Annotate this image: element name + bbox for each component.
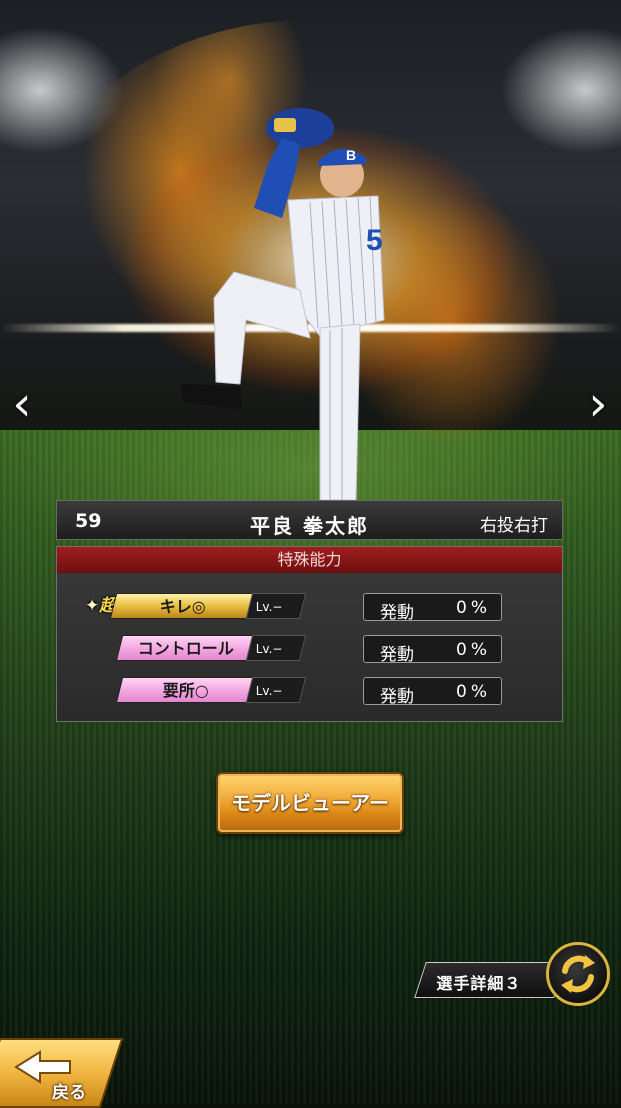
trigger-value: 0% <box>456 682 491 702</box>
ability-name-pill: 要所○ <box>115 677 257 703</box>
cap <box>318 148 366 166</box>
chevron-left-icon[interactable]: ‹ <box>4 378 40 430</box>
ability-level-label: Lv.− <box>255 600 283 614</box>
player-detail-tab[interactable]: 選手詳細３ <box>414 962 566 998</box>
ability-name-pill: キレ◎ <box>109 593 257 619</box>
ability-name: コントロール <box>137 639 234 658</box>
model-viewer-button[interactable]: モデルビューアー <box>216 772 404 834</box>
special-abilities-panel: 特殊能力 ✦超 キレ◎ Lv.− 発動 0% コントロール Lv.− 発動 0%… <box>56 546 563 722</box>
trigger-label: 発動 <box>380 603 414 623</box>
ability-row[interactable]: 要所○ Lv.− 発動 0% <box>57 677 562 707</box>
trigger-label: 発動 <box>380 645 414 665</box>
player-image: B 5 <box>180 108 385 500</box>
trigger-label: 発動 <box>380 687 414 707</box>
switch-button[interactable] <box>546 942 610 1006</box>
leg-standing <box>319 323 361 500</box>
back-label: 戻る <box>52 1083 86 1103</box>
shoe-raised <box>180 384 242 410</box>
ability-name: 要所○ <box>162 681 209 700</box>
chevron-right-icon[interactable]: › <box>580 378 616 430</box>
player-handedness: 右投右打 <box>480 516 548 536</box>
ability-name: キレ◎ <box>159 597 206 616</box>
trigger-value: 0% <box>456 640 491 660</box>
ability-level: Lv.− <box>245 677 307 703</box>
player-info-bar: 59 平良 拳太郎 右投右打 <box>56 500 563 540</box>
ability-row[interactable]: コントロール Lv.− 発動 0% <box>57 635 562 665</box>
ability-level-label: Lv.− <box>255 642 283 656</box>
abilities-header: 特殊能力 <box>57 547 562 573</box>
ability-trigger-box: 発動 0% <box>363 593 502 623</box>
ability-level: Lv.− <box>245 593 307 619</box>
trigger-value: 0% <box>456 598 491 618</box>
leg-raised <box>213 271 311 385</box>
ability-level-label: Lv.− <box>255 684 283 698</box>
ability-name-pill: コントロール <box>115 635 257 661</box>
jersey-number: 5 <box>366 224 383 257</box>
swap-arrows-icon <box>561 955 595 993</box>
cap-logo: B <box>346 147 356 163</box>
glove-logo <box>274 118 296 132</box>
player-detail-label: 選手詳細３ <box>436 974 522 993</box>
ability-row[interactable]: ✦超 キレ◎ Lv.− 発動 0% <box>57 593 562 623</box>
ability-level: Lv.− <box>245 635 307 661</box>
ability-trigger-box: 発動 0% <box>363 677 502 707</box>
ability-trigger-box: 発動 0% <box>363 635 502 665</box>
sparkle-icon: ✦ <box>85 596 100 616</box>
